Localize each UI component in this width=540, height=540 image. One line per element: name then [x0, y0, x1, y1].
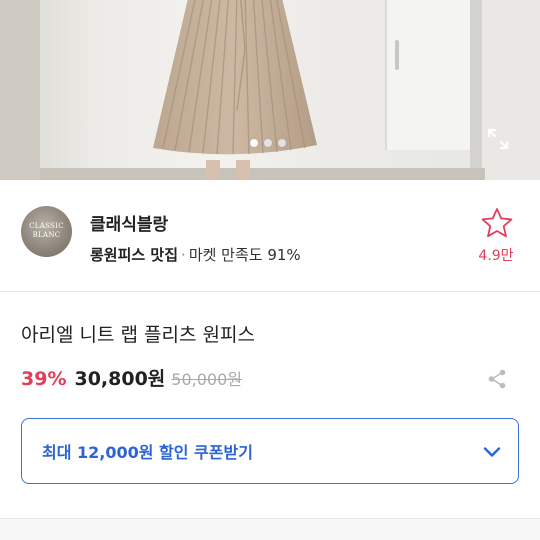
carousel-dot[interactable]: [264, 139, 272, 147]
sale-price: 30,800원: [74, 368, 166, 390]
carousel-indicator: [250, 139, 286, 147]
model-leg: [206, 160, 220, 180]
shop-name[interactable]: 클래식블랑: [90, 210, 168, 235]
background-wall: [0, 0, 40, 180]
coupon-label: 최대 12,000원 할인 쿠폰받기: [42, 443, 253, 462]
shop-tag: 롱원피스 맛집: [90, 246, 179, 264]
shop-description: 롱원피스 맛집 · 마켓 만족도 91%: [90, 244, 301, 265]
seller-logo-text: CLASSIC BLANC: [29, 222, 64, 239]
share-icon[interactable]: [486, 368, 508, 390]
chevron-down-icon: [483, 447, 501, 457]
door-handle: [395, 40, 399, 70]
like-count: 4.9만: [478, 248, 514, 264]
model-leg: [236, 160, 250, 180]
star-outline-icon[interactable]: [480, 206, 514, 240]
background-door: [385, 0, 480, 150]
background-wall-right: [482, 0, 540, 180]
product-image[interactable]: [0, 0, 540, 180]
product-title: 아리엘 니트 랩 플리츠 원피스: [21, 324, 255, 346]
mirror-frame: [470, 0, 482, 180]
discount-rate: 39%: [21, 368, 67, 390]
market-satisfaction: 마켓 만족도 91%: [188, 246, 301, 264]
separator: ·: [181, 246, 186, 264]
coupon-button[interactable]: 최대 12,000원 할인 쿠폰받기: [21, 418, 519, 484]
original-price: 50,000원: [171, 370, 243, 389]
seller-avatar[interactable]: CLASSIC BLANC: [21, 206, 72, 257]
price-row: 39% 30,800원 50,000원: [21, 364, 242, 394]
section-gap: [0, 519, 540, 540]
pleated-skirt: [153, 0, 317, 155]
carousel-dot[interactable]: [278, 139, 286, 147]
carousel-dot-active[interactable]: [250, 139, 258, 147]
expand-icon[interactable]: [486, 127, 510, 151]
background-floor: [40, 168, 485, 180]
seller-section[interactable]: CLASSIC BLANC 클래식블랑 롱원피스 맛집 · 마켓 만족도 91% 4…: [0, 180, 540, 292]
